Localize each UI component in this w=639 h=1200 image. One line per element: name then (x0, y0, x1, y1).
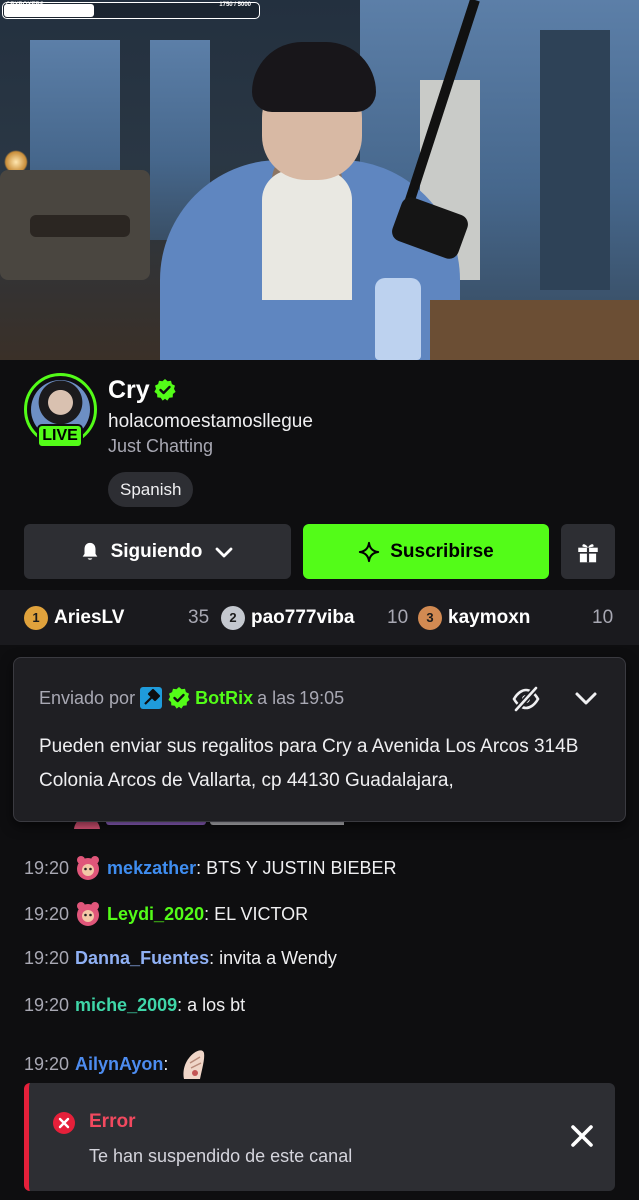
gold-medal-icon: 1 (24, 605, 48, 630)
sparkle-icon (359, 541, 380, 562)
message-time: 19:20 (24, 995, 70, 1015)
sub-goal-label: CRYBOYERS (6, 2, 44, 8)
leaderboard-count: 10 (592, 607, 614, 628)
leaderboard-entry[interactable]: 1 AriesLV (24, 590, 124, 645)
streamer-shirt (262, 170, 352, 300)
message-username[interactable]: Danna_Fuentes (75, 948, 209, 969)
subscribe-button[interactable]: Suscribirse (303, 524, 549, 579)
message-text: : invita a Wendy (209, 948, 337, 968)
subscribe-label: Suscribirse (390, 540, 494, 562)
message-text: : BTS Y JUSTIN BIEBER (196, 857, 397, 878)
pinned-sender[interactable]: BotRix (195, 688, 253, 709)
eye-off-icon[interactable] (511, 686, 541, 712)
leaderboard-user: AriesLV (54, 606, 125, 628)
emote-sticker-icon (183, 1050, 205, 1079)
chat-message[interactable]: 19:20 AilynAyon : (24, 1047, 208, 1081)
pinned-time-prefix: a las (257, 687, 296, 708)
gift-sub-button[interactable] (561, 524, 615, 579)
subscriber-badge-icon (77, 902, 100, 926)
leaderboard-entry[interactable]: 3 kaymoxn (418, 590, 530, 645)
water-bottle (375, 278, 421, 360)
chat-message[interactable]: 19:20 Leydi_2020 : EL VICTOR (24, 901, 308, 927)
building (540, 30, 610, 290)
chevron-down-icon[interactable] (572, 684, 600, 712)
stream-category[interactable]: Just Chatting (108, 436, 213, 457)
message-text: : (163, 1053, 169, 1074)
leaderboard-user: pao777viba (251, 606, 355, 628)
channel-name[interactable]: Cry (108, 376, 150, 405)
verified-icon (154, 379, 176, 401)
pinned-time: 19:05 (299, 687, 345, 708)
chevron-down-icon (216, 547, 233, 557)
sub-goal-bar: CRYBOYERS 1750 / 5000 (2, 2, 260, 19)
following-label: Siguiendo (110, 540, 203, 562)
close-icon[interactable] (569, 1123, 595, 1149)
verified-bot-icon (168, 687, 190, 709)
leaderboard-user: kaymoxn (448, 606, 531, 628)
error-message: Te han suspendido de este canal (89, 1146, 353, 1166)
coffee-table (30, 215, 130, 237)
moderator-icon (140, 687, 163, 709)
error-icon (53, 1112, 75, 1134)
subscriber-badge-icon (77, 856, 100, 880)
live-badge: LIVE (37, 424, 83, 448)
pinned-prefix: Enviado por (39, 687, 136, 708)
chat-message[interactable]: 19:20 miche_2009 : a los bt (24, 995, 245, 1016)
error-toast: Error Te han suspendido de este canal (24, 1083, 615, 1191)
video-player[interactable]: CRYBOYERS 1750 / 5000 (0, 0, 639, 360)
following-button[interactable]: Siguiendo (24, 524, 291, 579)
leaderboard-entry[interactable]: 2 pao777viba (221, 590, 355, 645)
streamer-hair (252, 42, 376, 112)
message-username[interactable]: miche_2009 (75, 995, 177, 1016)
message-username[interactable]: Leydi_2020 (107, 904, 204, 925)
message-time: 19:20 (24, 948, 70, 968)
pinned-header: Enviado por BotRix a las 19:05 (39, 686, 344, 710)
message-time: 19:20 (24, 857, 70, 878)
bronze-medal-icon: 3 (418, 605, 442, 630)
language-tag[interactable]: Spanish (108, 472, 194, 507)
silver-medal-icon: 2 (221, 605, 245, 630)
gifter-leaderboard: 1 AriesLV 35 2 pao777viba 10 3 kaymoxn 1… (0, 590, 639, 645)
message-time: 19:20 (24, 1053, 70, 1074)
message-username[interactable]: AilynAyon (75, 1054, 163, 1075)
sub-goal-count: 1750 / 5000 (219, 2, 251, 8)
gift-icon (578, 543, 598, 562)
error-title: Error (89, 1111, 136, 1132)
message-text: : EL VICTOR (204, 903, 309, 924)
message-username[interactable]: mekzather (107, 858, 196, 879)
leaderboard-count: 10 (387, 607, 409, 628)
chat-message[interactable]: 19:20 Danna_Fuentes : invita a Wendy (24, 948, 337, 969)
bell-icon (82, 542, 97, 560)
message-text: : a los bt (177, 995, 246, 1015)
pinned-text: Pueden enviar sus regalitos para Cry a A… (39, 736, 579, 791)
message-time: 19:20 (24, 903, 70, 924)
pinned-message[interactable]: Enviado por BotRix a las 19:05 Pueden en… (13, 657, 626, 822)
chat-message[interactable]: 19:20 mekzather : BTS Y JUSTIN BIEBER (24, 855, 396, 881)
stream-title: holacomoestamosllegue (108, 411, 313, 432)
leaderboard-count: 35 (188, 607, 210, 628)
desk (430, 300, 639, 360)
